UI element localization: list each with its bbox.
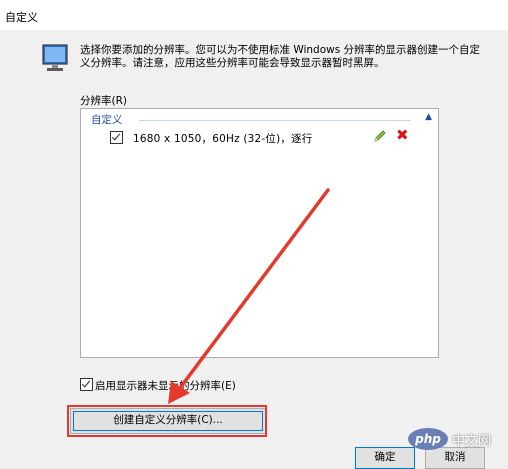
delete-icon[interactable]: ✖ <box>396 128 409 143</box>
window-title: 自定义 <box>5 11 38 24</box>
group-divider <box>139 120 411 121</box>
pencil-icon[interactable] <box>373 129 387 143</box>
chevron-up-icon[interactable]: ▲ <box>425 112 432 122</box>
resolution-list-label: 分辨率(R) <box>80 95 127 107</box>
enable-unsupported-label: 启用显示器未显示的分辨率(E) <box>95 380 236 392</box>
watermark-text: 中文网 <box>452 433 492 449</box>
resolution-item-label: 1680 x 1050，60Hz (32-位)，逐行 <box>133 133 313 145</box>
enable-unsupported-checkbox[interactable] <box>80 378 93 391</box>
group-label-custom: 自定义 <box>91 114 123 126</box>
highlight-box <box>67 405 267 437</box>
title-bar: 自定义 <box>0 0 508 30</box>
monitor-icon <box>42 44 68 71</box>
description-text: 选择你要添加的分辨率。您可以为不使用标准 Windows 分辨率的显示器创建一个… <box>80 44 481 69</box>
resolution-checkbox[interactable] <box>110 131 123 144</box>
resolution-listbox[interactable]: 自定义 ▲ 1680 x 1050，60Hz (32-位)，逐行 ✖ <box>80 108 439 358</box>
php-logo: php <box>408 428 448 450</box>
ok-button[interactable]: 确定 <box>355 447 415 469</box>
watermark: php 中文网 <box>408 426 504 452</box>
